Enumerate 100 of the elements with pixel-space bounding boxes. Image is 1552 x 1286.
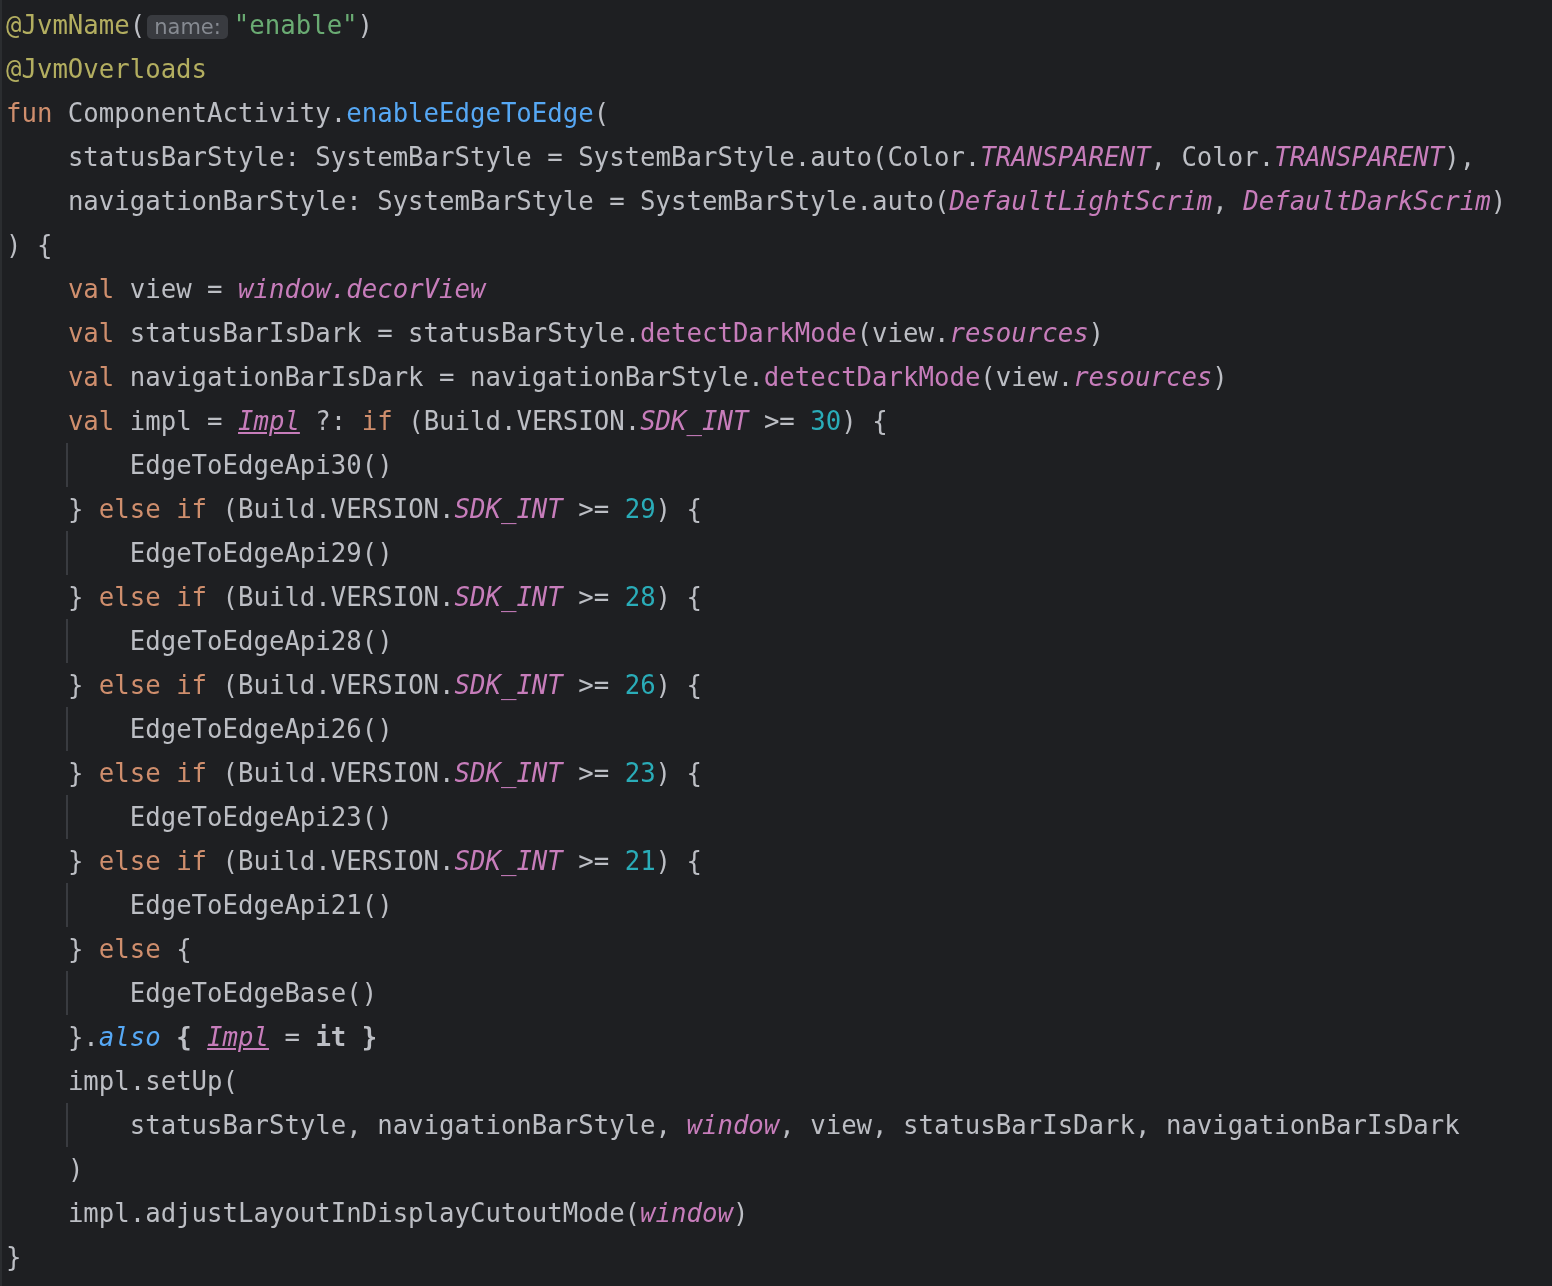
property-name: SDK_INT xyxy=(454,494,563,524)
keyword: fun xyxy=(6,98,53,128)
code-text: , xyxy=(1212,186,1229,216)
code-text: ) xyxy=(1212,362,1228,392)
number-literal: 26 xyxy=(624,670,656,700)
code-text: (view. xyxy=(980,362,1074,392)
property-name: TRANSPARENT xyxy=(980,142,1151,172)
code-text: >= xyxy=(577,494,611,524)
property-name: window xyxy=(640,1198,733,1228)
code-text: (view. xyxy=(856,318,950,348)
code-text: (Build.VERSION. xyxy=(221,494,455,524)
code-text: } xyxy=(67,582,85,612)
code-text: EdgeToEdgeApi30() xyxy=(129,450,393,480)
code-text: { xyxy=(175,934,192,964)
function-name: detectDarkMode xyxy=(763,362,981,392)
code-text: } xyxy=(67,670,85,700)
number-literal: 30 xyxy=(810,406,842,436)
code-text: (Build.VERSION. xyxy=(221,670,455,700)
code-text: EdgeToEdgeApi26() xyxy=(129,714,393,744)
code-text: EdgeToEdgeApi23() xyxy=(129,802,393,832)
property-name: SDK_INT xyxy=(454,846,563,876)
code-text: EdgeToEdgeApi29() xyxy=(129,538,393,568)
code-text: ComponentActivity. xyxy=(66,98,347,128)
code-text: statusBarStyle: SystemBarStyle = SystemBarStyle.auto(Color. xyxy=(67,142,981,172)
code-text: } xyxy=(67,846,85,876)
keyword: val xyxy=(67,362,115,392)
keyword: else if xyxy=(98,846,208,876)
code-text: (Build.VERSION. xyxy=(221,758,455,788)
code-text: ) xyxy=(357,10,374,40)
code-text: view = xyxy=(128,274,224,304)
code-text: impl = xyxy=(128,406,224,436)
keyword: if xyxy=(361,406,393,436)
code-text: (Build.VERSION. xyxy=(221,846,455,876)
code-text: } xyxy=(67,934,85,964)
code-text: ) { xyxy=(655,582,702,612)
code-text: >= xyxy=(577,758,611,788)
code-text: ) { xyxy=(841,406,888,436)
code-text: { xyxy=(175,1022,193,1052)
code-text: ) { xyxy=(655,670,702,700)
property-name: DefaultLightScrim xyxy=(949,186,1213,216)
property-name: SDK_INT xyxy=(454,582,563,612)
keyword: else if xyxy=(98,582,208,612)
code-text: ( xyxy=(129,10,146,40)
code-text: ) { xyxy=(655,758,702,788)
keyword: val xyxy=(67,406,115,436)
keyword: else if xyxy=(98,758,208,788)
code-text: (Build.VERSION. xyxy=(221,582,455,612)
code-text: statusBarStyle, navigationBarStyle, xyxy=(129,1110,672,1140)
keyword: val xyxy=(67,274,115,304)
code-text: = xyxy=(283,1022,301,1052)
function-name: detectDarkMode xyxy=(640,318,857,348)
code-text: >= xyxy=(577,846,611,876)
property-name: TRANSPARENT xyxy=(1274,142,1445,172)
code-text: ( xyxy=(593,98,610,128)
property-name: window xyxy=(238,274,331,304)
code-text: navigationBarStyle: SystemBarStyle = SystemBarStyle.auto( xyxy=(67,186,950,216)
code-text: it } xyxy=(315,1022,378,1052)
code-text: , view, statusBarIsDark, navigationBarIsDark xyxy=(779,1110,1460,1140)
property-name: SDK_INT xyxy=(454,758,563,788)
code-text: ) { xyxy=(655,494,702,524)
annotation: @JvmName xyxy=(6,10,130,40)
code-text: } xyxy=(6,1242,22,1272)
keyword: else if xyxy=(98,670,208,700)
number-literal: 29 xyxy=(624,494,656,524)
property-name: window xyxy=(686,1110,780,1140)
code-text: ) { xyxy=(655,846,702,876)
code-text: ) xyxy=(1088,318,1105,348)
code-text: }. xyxy=(67,1022,99,1052)
number-literal: 21 xyxy=(624,846,656,876)
number-literal: 28 xyxy=(624,582,656,612)
code-text: ) xyxy=(1490,186,1507,216)
code-text: ) { xyxy=(6,230,53,260)
code-text: impl.setUp( xyxy=(67,1066,238,1096)
code-text: EdgeToEdgeApi21() xyxy=(129,890,393,920)
code-text: statusBarIsDark = statusBarStyle. xyxy=(128,318,641,348)
function-name: enableEdgeToEdge xyxy=(346,98,594,128)
code-text: ) xyxy=(67,1154,84,1184)
code-text: >= xyxy=(577,670,611,700)
code-text: } xyxy=(67,494,85,524)
variable-name: Impl xyxy=(238,406,300,436)
code-text: navigationBarIsDark = navigationBarStyle. xyxy=(128,362,764,392)
property-name: DefaultDarkScrim xyxy=(1243,186,1491,216)
function-name: also xyxy=(98,1022,161,1052)
code-text: (Build.VERSION. xyxy=(407,406,641,436)
parameter-hint: name: xyxy=(147,15,228,39)
code-text: EdgeToEdgeBase() xyxy=(129,978,378,1008)
property-name: resources xyxy=(1073,362,1213,392)
keyword: else xyxy=(98,934,161,964)
keyword: else if xyxy=(98,494,208,524)
variable-name: Impl xyxy=(207,1022,269,1052)
code-text: } xyxy=(67,758,85,788)
code-text: >= xyxy=(577,582,611,612)
annotation: @JvmOverloads xyxy=(6,54,208,84)
code-text: EdgeToEdgeApi28() xyxy=(129,626,393,656)
code-text: ?: xyxy=(314,406,348,436)
property-name: SDK_INT xyxy=(640,406,749,436)
string-literal: "enable" xyxy=(233,10,358,40)
number-literal: 23 xyxy=(624,758,656,788)
property-name: SDK_INT xyxy=(454,670,563,700)
property-name: resources xyxy=(949,318,1089,348)
